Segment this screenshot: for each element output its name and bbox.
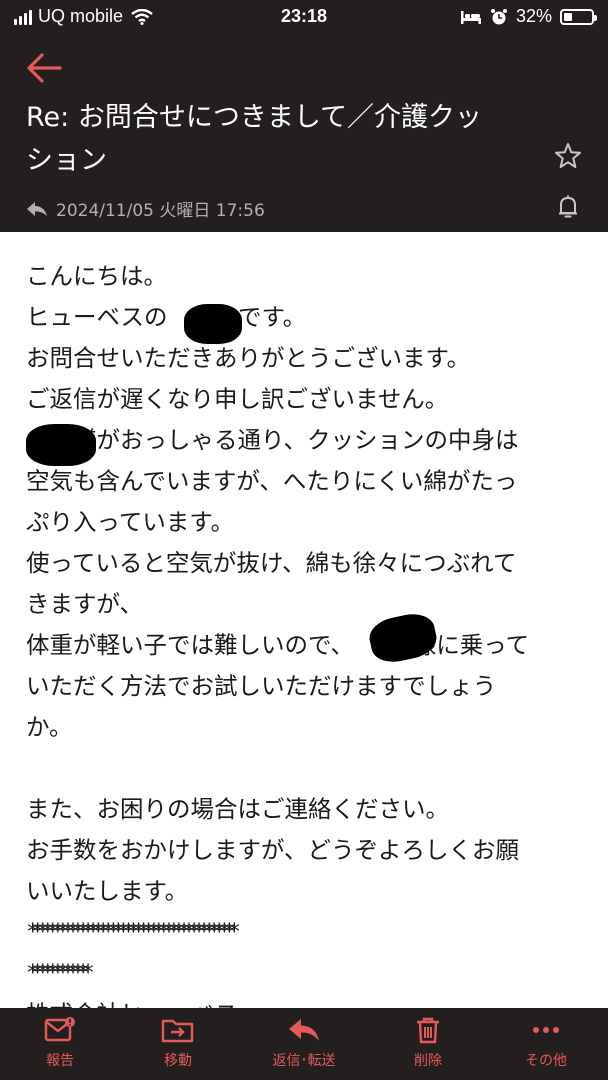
back-arrow-icon[interactable]: [24, 50, 64, 86]
report-button[interactable]: 報告: [10, 1016, 110, 1070]
reply-forward-button[interactable]: 返信･転送: [254, 1016, 354, 1070]
body-line: か。: [26, 713, 73, 741]
body-line: 様がおっしゃる通り、クッションの中身は: [26, 426, 519, 454]
body-line: お手数をおかけしますが、どうぞよろしくお願: [26, 836, 520, 864]
sleep-bed-icon: [460, 10, 481, 24]
email-body: こんにちは。 ヒューベスの です。 お問合せいただきありがとうございます。 ご返…: [26, 256, 586, 1035]
move-folder-icon: [161, 1019, 194, 1043]
trash-icon: [417, 1017, 439, 1044]
body-line: ご返信が遅くなり申し訳ございません。: [26, 385, 449, 413]
star-icon[interactable]: [554, 142, 582, 170]
move-label: 移動: [164, 1053, 192, 1069]
body-line: また、お困りの場合はご連絡ください。: [26, 795, 449, 823]
body-line: ぷり入っています。: [26, 508, 234, 536]
body-line: ****************************************…: [26, 920, 241, 945]
report-label: 報告: [46, 1053, 74, 1069]
body-line: お問合せいただきありがとうございます。: [26, 344, 471, 372]
delete-button[interactable]: 削除: [378, 1016, 478, 1070]
move-button[interactable]: 移動: [128, 1016, 228, 1070]
email-meta: 2024/11/05 火曜日 17:56: [26, 196, 265, 221]
battery-icon: [560, 8, 597, 25]
body-line: 使っていると空気が抜け、綿も徐々につぶれて: [26, 549, 517, 577]
more-label: その他: [525, 1053, 567, 1069]
more-button[interactable]: その他: [496, 1016, 596, 1070]
email-subject: Re: お問合せにつきまして／介護クッ ション: [26, 96, 546, 176]
email-header: UQ mobile 23:18 32% Re: お問合せにつきまして／介護クッ …: [0, 0, 608, 232]
redaction-mark: [184, 304, 242, 344]
battery-percent: 32%: [515, 6, 552, 26]
body-line: ************: [26, 961, 95, 986]
body-line: 体重が軽い子では難しいので、 様に乗って: [26, 631, 530, 659]
delete-label: 削除: [414, 1053, 442, 1069]
body-line: こんにちは。: [26, 262, 167, 290]
email-date: 2024/11/05 火曜日 17:56: [56, 201, 265, 221]
more-dots-icon: [533, 1027, 559, 1033]
redaction-mark: [26, 424, 96, 466]
body-line: いいたします。: [26, 877, 189, 905]
body-line: 空気も含んでいますが、へたりにくい綿がたっ: [26, 467, 518, 495]
replied-icon: [27, 201, 47, 216]
alarm-icon: [490, 8, 507, 24]
reply-icon: [289, 1019, 319, 1041]
subject-line-2: ション: [26, 145, 107, 176]
subject-scroll-mask: [0, 90, 608, 102]
subject-line-1: Re: お問合せにつきまして／介護クッ: [26, 102, 483, 133]
reply-forward-label: 返信･転送: [272, 1053, 336, 1069]
bottom-toolbar: 報告 移動 返信･転送 削除 その他: [0, 1008, 608, 1080]
body-line: きますが、: [26, 590, 144, 618]
body-line: ヒューベスの です。: [26, 303, 307, 331]
bell-icon[interactable]: [556, 194, 580, 220]
body-line: いただく方法でお試しいただけますでしょう: [26, 672, 497, 700]
report-mail-icon: [44, 1017, 75, 1042]
status-bar: UQ mobile 23:18 32%: [0, 0, 608, 36]
